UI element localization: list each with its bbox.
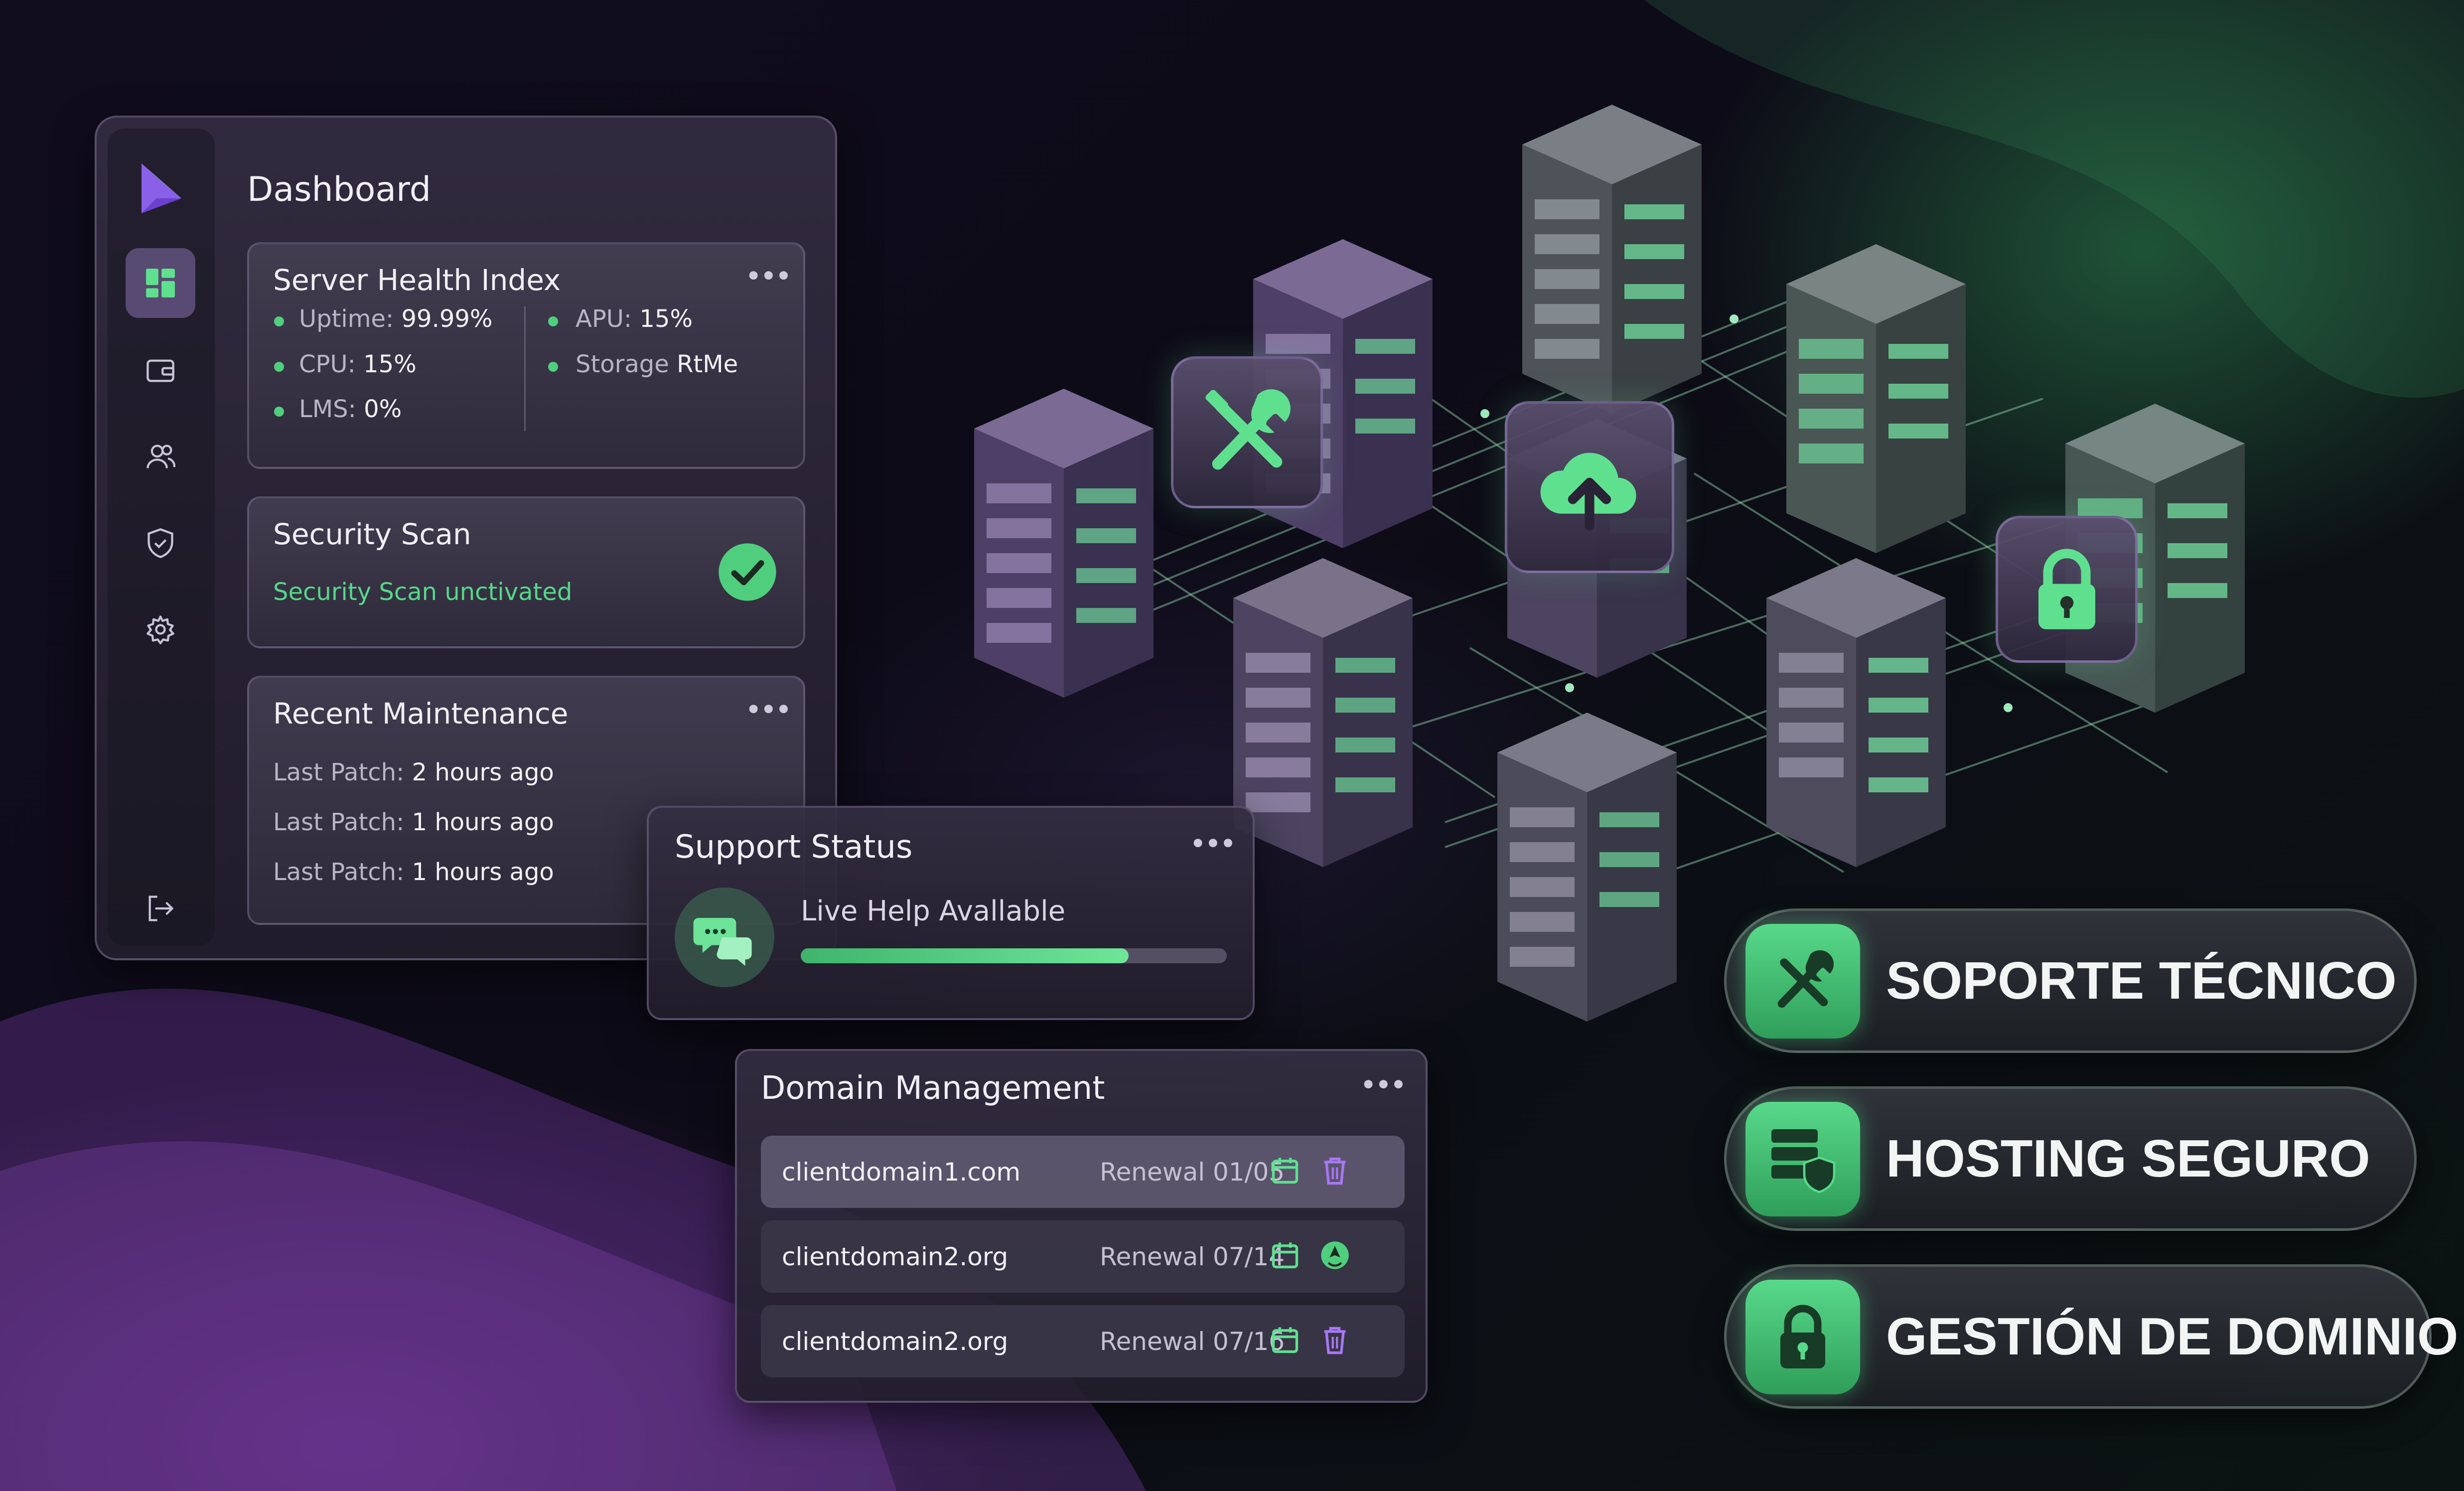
metric-lms: LMS: 0% xyxy=(299,395,402,423)
support-status-card: Support Status ••• Live Help Avallable xyxy=(647,806,1255,1020)
check-icon xyxy=(719,543,776,601)
nav-dashboard[interactable] xyxy=(126,248,195,318)
badge-gestion-dominio: GESTIÓN DE DOMINIO xyxy=(1724,1264,2458,1409)
maintenance-item: Last Patch: 1 hours ago xyxy=(273,858,554,886)
renewal-date: Renewal 01/05 xyxy=(1100,1157,1285,1187)
more-options-button[interactable]: ••• xyxy=(745,693,792,727)
calendar-icon[interactable] xyxy=(1269,1239,1301,1271)
dashboard-icon xyxy=(146,269,175,298)
more-options-button[interactable]: ••• xyxy=(1189,827,1237,861)
nav-users[interactable] xyxy=(126,422,195,491)
maintenance-item: Last Patch: 1 hours ago xyxy=(273,808,554,836)
trash-icon[interactable] xyxy=(1319,1155,1351,1187)
tools-icon xyxy=(1205,389,1291,470)
domain-name: clientdomain1.com xyxy=(782,1157,1021,1187)
server-rack-icon xyxy=(1497,713,1677,1022)
nav-security[interactable] xyxy=(126,508,195,578)
tools-float-icon xyxy=(1171,356,1323,508)
renewal-date: Renewal 07/14 xyxy=(1100,1242,1285,1271)
server-rack-icon xyxy=(1766,558,1946,867)
server-rack-icon xyxy=(1522,105,1702,414)
secure-server-icon xyxy=(1771,1129,1836,1193)
cloud-upload-icon xyxy=(1540,452,1636,530)
domain-row[interactable]: clientdomain1.com Renewal 01/05 xyxy=(761,1136,1405,1208)
domain-row[interactable]: clientdomain2.org Renewal 07/16 xyxy=(761,1305,1405,1377)
server-rack-icon xyxy=(1233,558,1413,867)
status-dot xyxy=(274,407,284,417)
badge-hosting-seguro: HOSTING SEGURO xyxy=(1724,1086,2417,1231)
nav-logout[interactable] xyxy=(126,874,195,943)
users-icon xyxy=(146,445,176,468)
refresh-icon[interactable] xyxy=(1319,1239,1351,1271)
wallet-icon xyxy=(146,359,174,382)
card-title: Recent Maintenance xyxy=(273,697,569,731)
cloud-upload-float-icon xyxy=(1505,401,1674,573)
status-dot xyxy=(274,362,284,372)
settings-icon xyxy=(146,615,174,644)
badge-label: GESTIÓN DE DOMINIO xyxy=(1886,1307,2459,1366)
server-rack-icon xyxy=(974,389,1154,698)
shield-icon xyxy=(147,528,173,558)
support-progress-fill xyxy=(801,948,1129,963)
chat-bubbles-icon xyxy=(693,918,752,966)
server-rack-icon xyxy=(1786,244,1966,553)
nav-wallet[interactable] xyxy=(126,335,195,405)
lock-badge-icon xyxy=(1745,1280,1860,1394)
badge-label: SOPORTE TÉCNICO xyxy=(1886,951,2397,1010)
domain-management-card: Domain Management ••• clientdomain1.com … xyxy=(735,1049,1428,1403)
calendar-icon[interactable] xyxy=(1269,1324,1301,1356)
badge-label: HOSTING SEGURO xyxy=(1886,1129,2370,1188)
tools-badge-icon xyxy=(1745,924,1860,1039)
more-options-button[interactable]: ••• xyxy=(745,259,792,293)
lock-icon xyxy=(1780,1305,1825,1368)
chat-avatar xyxy=(675,888,774,987)
metric-apu: APU: 15% xyxy=(576,305,693,333)
metric-storage: Storage RtMe xyxy=(576,350,738,378)
more-options-button[interactable]: ••• xyxy=(1360,1068,1407,1102)
divider xyxy=(524,306,526,431)
domain-row[interactable]: clientdomain2.org Renewal 07/14 xyxy=(761,1220,1405,1293)
calendar-icon[interactable] xyxy=(1269,1155,1301,1187)
tools-icon xyxy=(1777,950,1834,1008)
lock-icon xyxy=(2038,548,2095,629)
card-title: Server Health Index xyxy=(273,263,561,297)
metric-uptime: Uptime: 99.99% xyxy=(299,305,493,333)
support-progress-track xyxy=(801,948,1227,963)
status-dot xyxy=(548,316,558,326)
nav-settings[interactable] xyxy=(126,595,195,664)
badge-soporte-tecnico: SOPORTE TÉCNICO xyxy=(1724,908,2417,1053)
logout-icon xyxy=(148,895,174,921)
metric-cpu: CPU: 15% xyxy=(299,350,417,378)
server-health-card: Server Health Index ••• Uptime: 99.99% C… xyxy=(247,242,805,469)
card-title: Security Scan xyxy=(273,517,471,551)
secure-server-badge-icon xyxy=(1745,1102,1860,1216)
security-scan-card: Security Scan Security Scan unctivated xyxy=(247,496,805,648)
support-status-text: Live Help Avallable xyxy=(801,895,1066,927)
page-title: Dashboard xyxy=(247,170,431,209)
sidebar xyxy=(108,129,215,946)
card-title: Domain Management xyxy=(761,1070,1105,1107)
domain-name: clientdomain2.org xyxy=(782,1327,1009,1356)
lock-float-icon xyxy=(1996,516,2138,663)
scan-status: Security Scan unctivated xyxy=(273,578,573,606)
card-title: Support Status xyxy=(675,829,913,866)
trash-icon[interactable] xyxy=(1319,1324,1351,1356)
renewal-date: Renewal 07/16 xyxy=(1100,1327,1285,1356)
domain-name: clientdomain2.org xyxy=(782,1242,1009,1271)
app-logo xyxy=(142,163,181,213)
status-dot xyxy=(274,316,284,326)
maintenance-item: Last Patch: 2 hours ago xyxy=(273,758,554,786)
status-dot xyxy=(548,362,558,372)
